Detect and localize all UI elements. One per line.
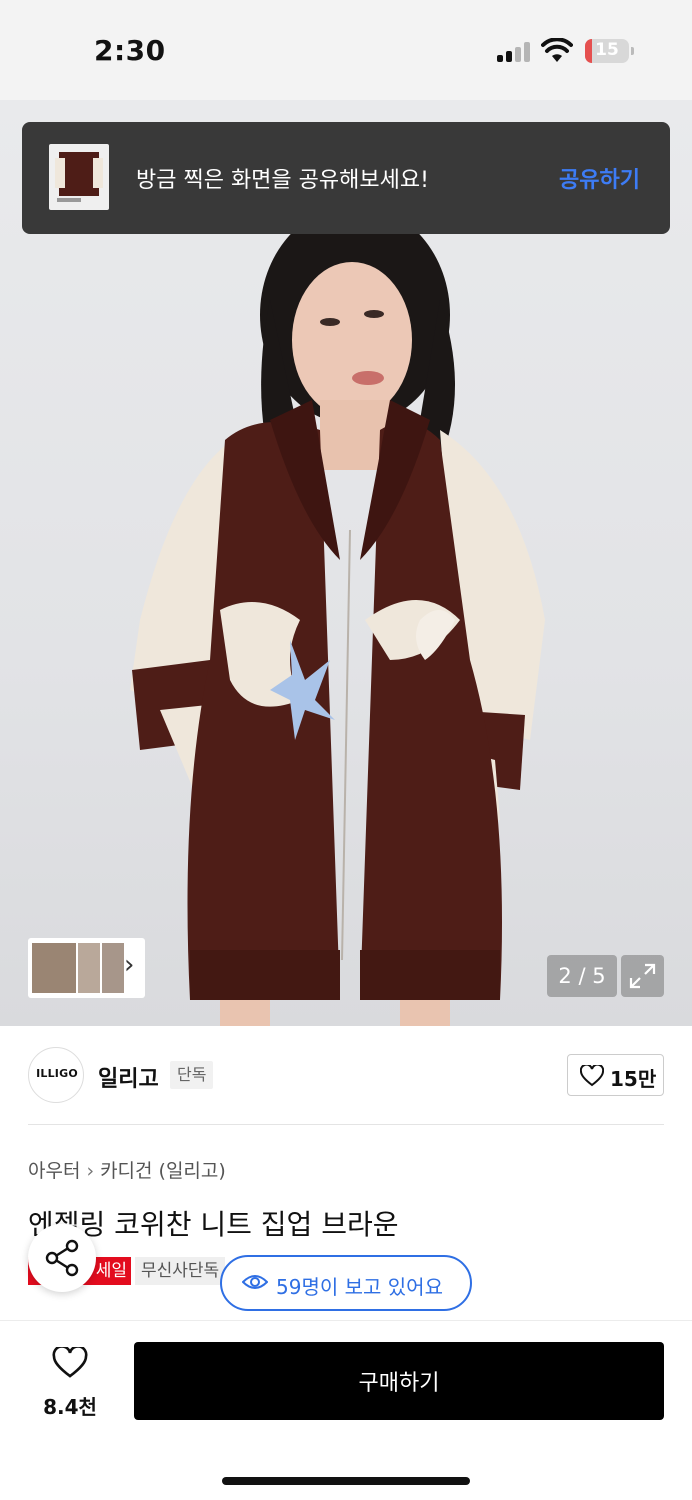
gallery-thumbnail[interactable] [32, 943, 76, 993]
share-now-button[interactable]: 공유하기 [559, 162, 640, 194]
breadcrumb: 아우터 › 카디건 (일리고) [28, 1156, 226, 1183]
wifi-icon [541, 38, 573, 62]
eye-icon [242, 1275, 268, 1289]
status-bar: 2:30 15 [0, 0, 692, 100]
chevron-right-icon: › [86, 1160, 95, 1182]
wishlist-button[interactable]: 8.4천 [28, 1347, 112, 1419]
gallery-thumbnail[interactable] [102, 943, 124, 993]
battery-percent: 15 [595, 40, 619, 60]
product-image[interactable] [0, 100, 692, 1026]
breadcrumb-category[interactable]: 아우터 [28, 1160, 80, 1182]
bottom-action-bar: 8.4천 구매하기 [0, 1320, 692, 1500]
exclusive-badge: 단독 [170, 1061, 214, 1089]
heart-icon [580, 1065, 604, 1087]
brand-name[interactable]: 일리고 [98, 1061, 159, 1093]
buy-button[interactable]: 구매하기 [134, 1342, 664, 1420]
model-photo [130, 205, 545, 1026]
wishlist-count: 8.4천 [43, 1395, 97, 1419]
battery-icon: 15 [585, 39, 629, 63]
brand-like-count: 15만 [610, 1067, 657, 1091]
share-button[interactable] [28, 1224, 96, 1292]
gallery-thumbnail[interactable] [78, 943, 100, 993]
toast-message: 방금 찍은 화면을 공유해보세요! [136, 168, 429, 193]
brand-like-button[interactable]: 15만 [567, 1054, 664, 1096]
divider [28, 1124, 664, 1125]
chevron-right-icon: › [124, 950, 135, 980]
breadcrumb-subcategory[interactable]: 카디건 (일리고) [100, 1160, 226, 1182]
heart-icon [52, 1347, 88, 1378]
viewers-indicator: 59명이 보고 있어요 [220, 1255, 472, 1311]
gallery-thumbnail-strip[interactable]: › [28, 938, 145, 998]
image-pager: 2 / 5 [547, 955, 617, 997]
expand-icon [629, 963, 656, 989]
exclusive-tag: 무신사단독 [135, 1257, 226, 1285]
battery-nub [631, 47, 634, 55]
screenshot-thumbnail[interactable] [49, 144, 109, 210]
brand-row: ILLIGO 일리고 단독 15만 [0, 1026, 692, 1126]
share-toast: 방금 찍은 화면을 공유해보세요! 공유하기 [22, 122, 670, 234]
share-icon [45, 1239, 79, 1277]
cellular-signal-icon [497, 42, 531, 62]
home-indicator [222, 1477, 470, 1485]
viewers-text: 59명이 보고 있어요 [276, 1275, 443, 1299]
brand-logo[interactable]: ILLIGO [28, 1047, 84, 1103]
status-time: 2:30 [94, 34, 166, 67]
fullscreen-button[interactable] [621, 955, 664, 997]
